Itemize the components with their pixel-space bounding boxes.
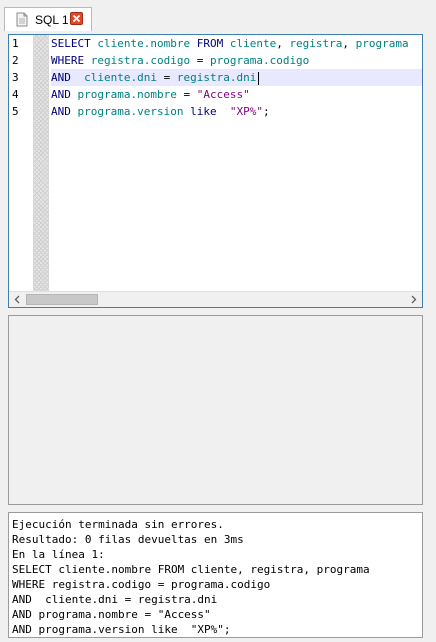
message-line: Resultado: 0 filas devueltas en 3ms: [12, 533, 244, 546]
code-token: cliente.dni: [84, 71, 157, 84]
code-token: registra: [289, 37, 343, 50]
message-line: SELECT cliente.nombre FROM cliente, regi…: [12, 563, 370, 576]
code-token: programa.nombre: [77, 88, 177, 101]
message-panel: Ejecución terminada sin errores. Resultad…: [8, 512, 423, 638]
code-line[interactable]: AND cliente.dni = registra.dni: [51, 69, 422, 86]
message-line: AND programa.nombre = "Access": [12, 608, 211, 621]
code-line[interactable]: AND programa.version like "XP%";: [51, 103, 422, 120]
code-token: AND: [51, 105, 78, 118]
line-number: 3: [12, 71, 19, 84]
code-line[interactable]: AND programa.nombre = "Access": [51, 86, 422, 103]
code-token: programa: [355, 37, 409, 50]
message-line: Ejecución terminada sin errores.: [12, 518, 224, 531]
editor-gutter: 1 2 3 4 5: [9, 35, 49, 292]
code-token: ,: [276, 37, 290, 50]
code-token: cliente.nombre: [97, 37, 191, 50]
message-line: AND programa.version like "XP%";: [12, 623, 231, 636]
message-line: En la línea 1:: [12, 548, 105, 561]
code-token: like: [183, 105, 230, 118]
line-numbers: 1 2 3 4 5: [9, 35, 33, 120]
code-token: registra.codigo: [90, 54, 191, 67]
code-token: =: [176, 88, 197, 101]
document-icon: [16, 12, 28, 27]
line-number: 4: [12, 88, 19, 101]
code-token: WHERE: [51, 54, 91, 67]
code-token: =: [190, 54, 210, 67]
code-line[interactable]: SELECT cliente.nombre FROM cliente, regi…: [51, 35, 422, 52]
tab-label: SQL 1: [35, 13, 69, 27]
line-number: 1: [12, 37, 19, 50]
code-token: =: [156, 71, 177, 84]
text-caret: [258, 71, 260, 85]
code-token: SELECT: [51, 37, 98, 50]
scrollbar-thumb[interactable]: [26, 294, 98, 305]
code-token: AND: [51, 88, 78, 101]
code-token: "Access": [196, 88, 250, 101]
chevron-right-icon[interactable]: [406, 292, 422, 307]
tab-bar: SQL 1: [0, 0, 436, 32]
fold-margin: [33, 35, 49, 292]
line-number: 2: [12, 54, 19, 67]
message-line: WHERE registra.codigo = programa.codigo: [12, 578, 271, 591]
sql-editor[interactable]: 1 2 3 4 5 SELECT cliente.nombre FROM cliente…: [8, 34, 423, 308]
code-token: cliente: [229, 37, 277, 50]
code-token: programa.codigo: [209, 54, 310, 67]
horizontal-scrollbar[interactable]: [9, 291, 422, 307]
tab-sql-1[interactable]: SQL 1: [4, 7, 92, 31]
code-token: "XP%": [229, 105, 263, 118]
results-grid: [8, 315, 423, 505]
code-token: AND: [51, 71, 85, 84]
code-token: FROM: [190, 37, 230, 50]
code-area[interactable]: SELECT cliente.nombre FROM cliente, regi…: [51, 35, 422, 292]
close-icon[interactable]: [70, 12, 83, 25]
chevron-left-icon[interactable]: [9, 292, 25, 307]
message-line: AND cliente.dni = registra.dni: [12, 593, 218, 606]
code-token: registra.dni: [176, 71, 257, 84]
line-number: 5: [12, 105, 19, 118]
code-token: ;: [262, 105, 270, 118]
code-token: ,: [342, 37, 356, 50]
code-token: programa.version: [77, 105, 184, 118]
code-line[interactable]: WHERE registra.codigo = programa.codigo: [51, 52, 422, 69]
